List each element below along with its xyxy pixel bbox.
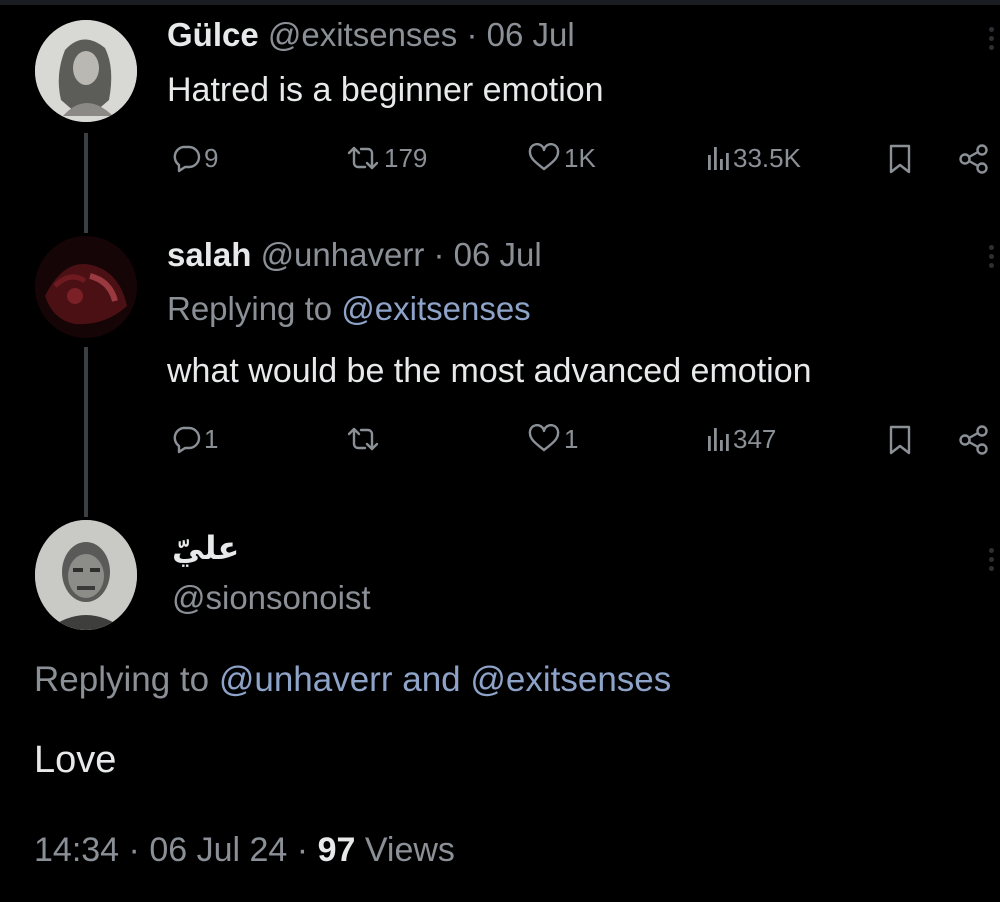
- heart-icon: [528, 424, 560, 452]
- tweet2-author-name[interactable]: salah: [167, 236, 251, 273]
- thread-line-2: [84, 347, 88, 517]
- retweet-icon: [347, 146, 379, 170]
- tweet2-replying-to: Replying to @exitsenses: [167, 288, 531, 330]
- tweet1-header: Gülce @exitsenses · 06 Jul: [167, 15, 575, 55]
- tweet2-retweet-button[interactable]: [345, 424, 384, 454]
- tweet3-date[interactable]: 06 Jul 24: [149, 831, 287, 869]
- tweet2-like-count: 1: [564, 424, 579, 454]
- tweet1-author-name[interactable]: Gülce: [167, 16, 259, 53]
- views-icon: [708, 147, 729, 170]
- tweet1-separator: ·: [466, 16, 478, 53]
- tweet2-separator: ·: [433, 236, 445, 273]
- views-icon: [708, 428, 729, 451]
- tweet1-more-icon[interactable]: [986, 24, 996, 60]
- tweet1-retweet-button[interactable]: 179: [345, 143, 427, 173]
- tweet3-mention-2[interactable]: @exitsenses: [470, 660, 671, 699]
- share-icon: [959, 144, 988, 174]
- tweet3-replying-to: Replying to @unhaverr and @exitsenses: [34, 658, 671, 702]
- tweet1-text: Hatred is a beginner emotion: [167, 71, 604, 109]
- tweet3-more-icon[interactable]: [986, 545, 996, 581]
- tweet1-view-count: 33.5K: [733, 143, 801, 173]
- tweet3-views-label: Views: [364, 831, 455, 869]
- tweet1-date[interactable]: 06 Jul: [487, 16, 575, 53]
- tweet3-text: Love: [34, 739, 117, 781]
- tweet1-like-count: 1K: [564, 143, 596, 173]
- tweet2-like-button[interactable]: 1: [527, 424, 578, 454]
- tweet2-author-handle[interactable]: @unhaverr: [261, 236, 425, 273]
- tweet1-reply-count: 9: [204, 143, 219, 173]
- tweet1-bookmark-button[interactable]: [887, 143, 913, 175]
- top-border: [0, 0, 1000, 5]
- tweet3-time[interactable]: 14:34: [34, 831, 119, 869]
- tweet3-separator-1: ·: [128, 831, 140, 869]
- avatar-ali[interactable]: [35, 520, 137, 630]
- tweet2-more-icon[interactable]: [986, 242, 996, 278]
- reply-icon: [173, 426, 201, 454]
- tweet3-separator-2: ·: [296, 831, 309, 869]
- tweet2-views-button[interactable]: 347: [706, 424, 776, 454]
- tweet1-like-button[interactable]: 1K: [527, 143, 596, 173]
- heart-icon: [528, 143, 560, 171]
- tweet2-replying-prefix: Replying to: [167, 290, 342, 327]
- tweet3-author-name[interactable]: عليّ: [172, 528, 239, 568]
- tweet3-mention-1[interactable]: @unhaverr: [219, 660, 393, 699]
- tweet3-replying-prefix: Replying to: [34, 660, 219, 699]
- bookmark-icon: [889, 144, 911, 174]
- tweet1-retweet-count: 179: [384, 143, 428, 173]
- tweet1-share-button[interactable]: [958, 143, 990, 175]
- tweet3-author-handle[interactable]: @sionsonoist: [172, 578, 371, 618]
- tweet2-header: salah @unhaverr · 06 Jul: [167, 235, 542, 275]
- tweet1-author-handle[interactable]: @exitsenses: [268, 16, 457, 53]
- tweet2-text: what would be the most advanced emotion: [167, 352, 812, 390]
- avatar-salah[interactable]: [35, 236, 137, 338]
- reply-icon: [173, 145, 201, 173]
- avatar-gulce[interactable]: [35, 20, 137, 122]
- tweet3-view-count: 97: [317, 831, 356, 869]
- bookmark-icon: [889, 425, 911, 455]
- tweet2-view-count: 347: [733, 424, 777, 454]
- tweet2-mention[interactable]: @exitsenses: [341, 290, 530, 327]
- tweet1-reply-button[interactable]: 9: [171, 143, 218, 173]
- tweet2-date[interactable]: 06 Jul: [454, 236, 542, 273]
- share-icon: [959, 425, 988, 455]
- tweet2-reply-count: 1: [204, 424, 219, 454]
- tweet1-views-button[interactable]: 33.5K: [706, 143, 801, 173]
- retweet-icon: [347, 427, 379, 451]
- tweet3-meta: 14:34 · 06 Jul 24 · 97 Views: [34, 829, 455, 871]
- tweet3-replying-and: and: [392, 660, 471, 699]
- thread-line-1: [84, 133, 88, 233]
- tweet2-share-button[interactable]: [958, 424, 990, 456]
- tweet2-reply-button[interactable]: 1: [171, 424, 218, 454]
- tweet2-bookmark-button[interactable]: [887, 424, 913, 456]
